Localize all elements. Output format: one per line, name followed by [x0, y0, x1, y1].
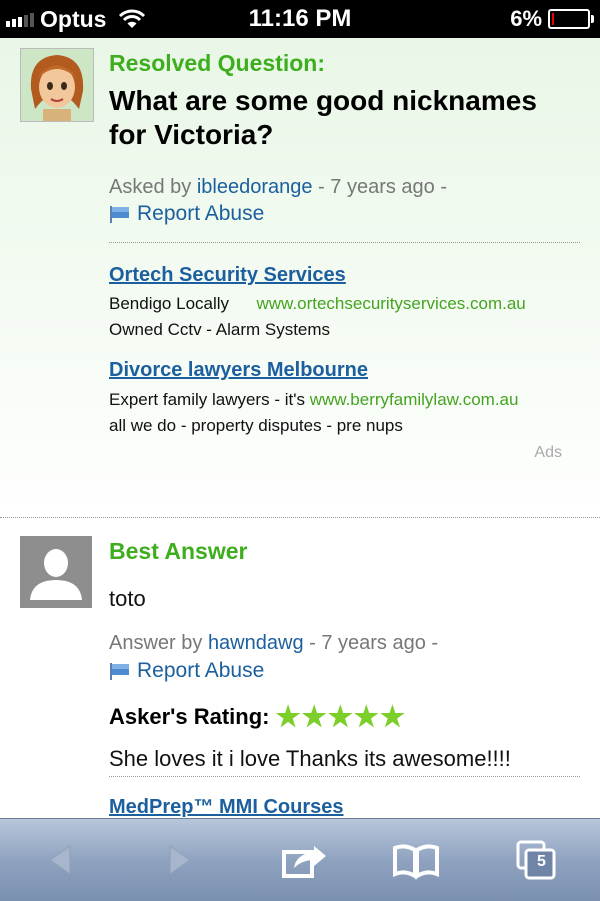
- question-section: Resolved Question: What are some good ni…: [0, 38, 600, 518]
- back-button[interactable]: [32, 835, 88, 885]
- resolved-question-label: Resolved Question:: [109, 50, 325, 76]
- forward-arrow-icon: [169, 845, 191, 875]
- asker-comment: She loves it i love Thanks its awesome!!…: [109, 746, 511, 771]
- rating-stars-icon: ★★★★★: [275, 701, 407, 732]
- answer-by-line: Answer by hawndawg - 7 years ago -: [109, 632, 438, 655]
- answer-age: - 7 years ago -: [309, 632, 439, 654]
- battery-area: 6%: [510, 6, 594, 32]
- ad-text: Expert family lawyers - it's: [109, 390, 305, 409]
- ad-text: Owned Cctv - Alarm Systems: [109, 320, 331, 339]
- battery-level: [552, 13, 554, 25]
- forward-button[interactable]: [152, 835, 208, 885]
- report-abuse-label: Report Abuse: [137, 202, 265, 225]
- bookmarks-icon: [393, 844, 439, 880]
- tabs-button[interactable]: 5: [508, 835, 564, 885]
- divider: [109, 242, 580, 243]
- answer-text: toto: [109, 586, 146, 611]
- flag-icon: [110, 663, 129, 680]
- divider: [109, 776, 580, 777]
- report-abuse-label: Report Abuse: [137, 659, 265, 682]
- battery-percent: 6%: [510, 6, 542, 31]
- ad-url-link[interactable]: www.berryfamilylaw.com.au: [310, 390, 519, 409]
- asker-avatar[interactable]: [20, 48, 94, 122]
- answer-by-prefix: Answer by: [109, 632, 203, 654]
- ad-description: Expert family lawyers - it's www.berryfa…: [109, 390, 518, 410]
- asked-by-prefix: Asked by: [109, 176, 192, 198]
- ad-url-link[interactable]: www.ortechsecurityservices.com.au: [257, 294, 526, 313]
- tab-count: 5: [537, 853, 546, 870]
- ads-label: Ads: [534, 444, 562, 461]
- battery-icon: [548, 9, 594, 29]
- back-arrow-icon: [49, 845, 71, 875]
- ad-text: Bendigo Locally: [109, 294, 230, 313]
- answerer-avatar[interactable]: [20, 536, 92, 608]
- tabs-icon: [516, 840, 556, 880]
- asker-link[interactable]: ibleedorange: [197, 176, 313, 198]
- asked-by-line: Asked by ibleedorange - 7 years ago -: [109, 176, 447, 199]
- ad-title-link[interactable]: MedPrep™ MMI Courses: [109, 796, 343, 819]
- report-abuse-link[interactable]: Report Abuse: [109, 659, 264, 683]
- default-user-icon: [20, 536, 92, 608]
- question-title: What are some good nicknames for Victori…: [109, 85, 537, 150]
- best-answer-label: Best Answer: [109, 538, 248, 564]
- share-button[interactable]: [276, 835, 332, 885]
- status-bar: Optus 11:16 PM 6%: [0, 0, 600, 38]
- askers-rating: Asker's Rating: ★★★★★: [109, 700, 406, 733]
- ad-title-link[interactable]: Ortech Security Services: [109, 264, 346, 287]
- rating-label: Asker's Rating:: [109, 703, 270, 729]
- ad-title-link[interactable]: Divorce lawyers Melbourne: [109, 359, 368, 382]
- report-abuse-link[interactable]: Report Abuse: [109, 202, 264, 226]
- ad-text: all we do - property disputes - pre nups: [109, 416, 403, 435]
- avatar-illustration-icon: [21, 49, 93, 121]
- share-icon: [282, 846, 326, 878]
- section-divider: [0, 517, 600, 518]
- asked-age: - 7 years ago -: [318, 176, 447, 198]
- answerer-link[interactable]: hawndawg: [208, 632, 304, 654]
- flag-icon: [110, 206, 129, 223]
- bookmarks-button[interactable]: [388, 835, 444, 885]
- ad-description: Bendigo Locally www.ortechsecurityservic…: [109, 294, 526, 314]
- browser-toolbar: 5: [0, 818, 600, 901]
